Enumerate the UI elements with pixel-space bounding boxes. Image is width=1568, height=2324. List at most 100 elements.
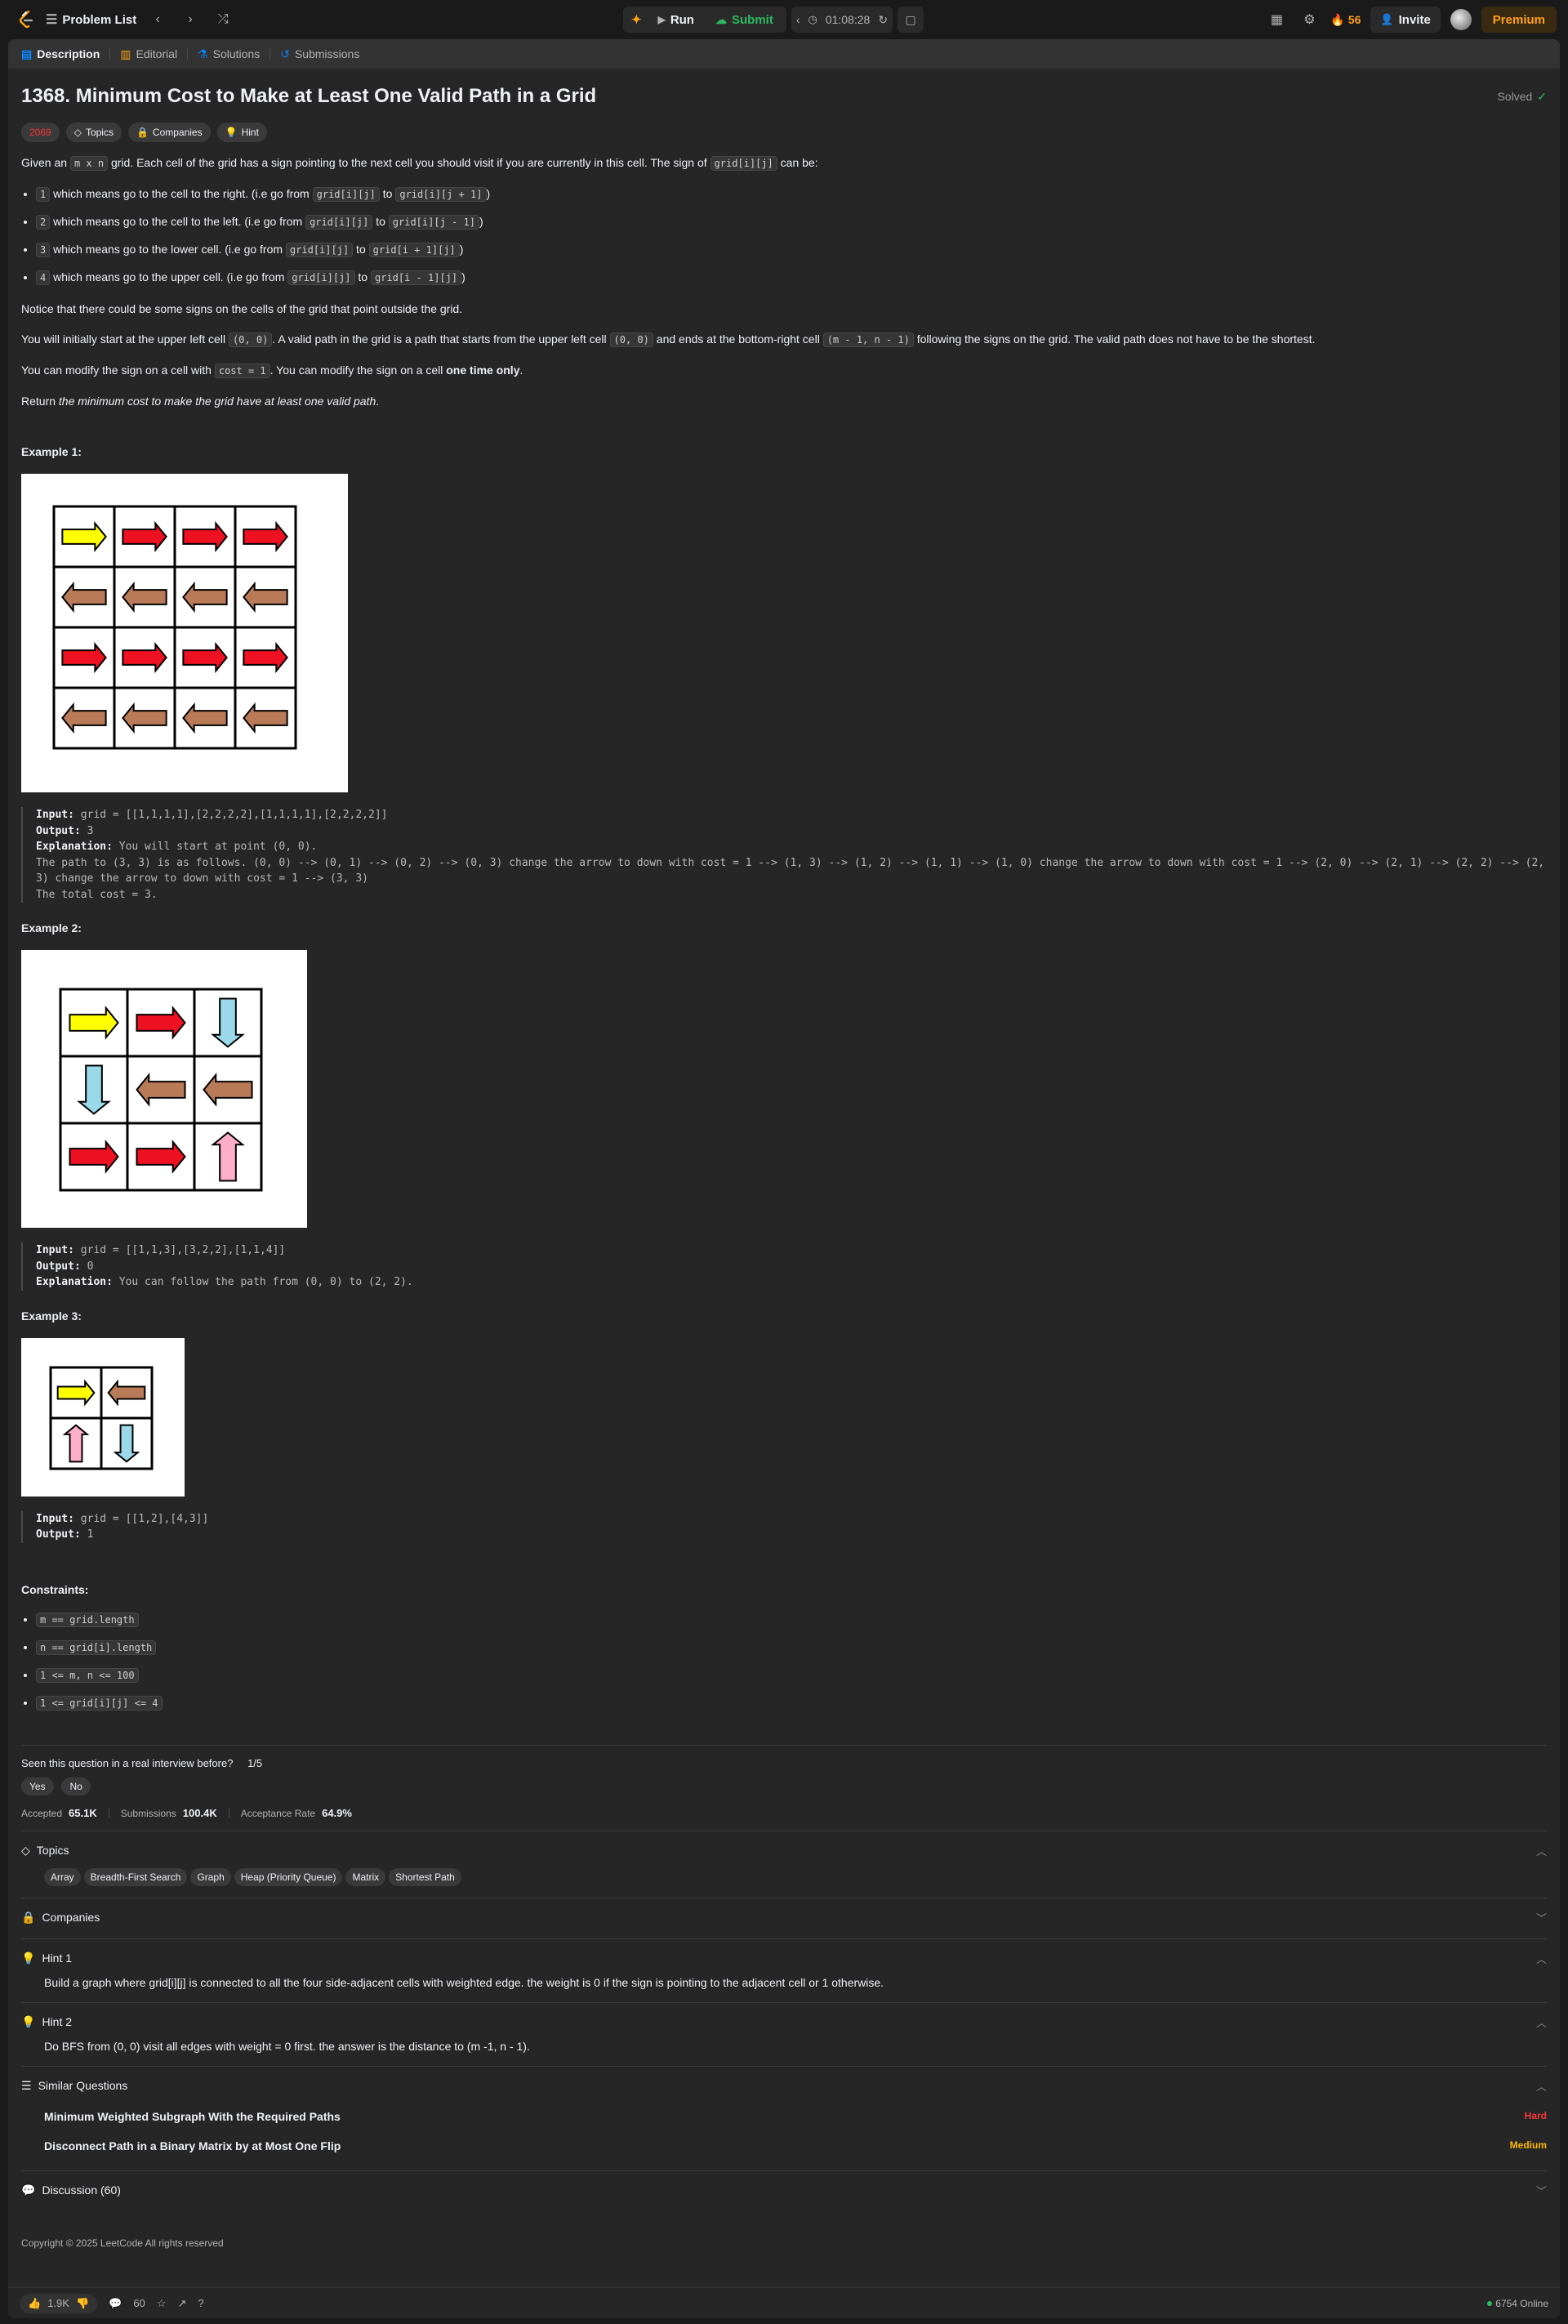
tab-solutions[interactable]: ⚗ Solutions — [193, 39, 265, 69]
problem-description: Given an m x n grid. Each cell of the gr… — [21, 154, 1547, 1712]
solved-label: Solved — [1497, 90, 1533, 103]
collapse-timer-chevron-icon[interactable]: ‹ — [796, 13, 800, 26]
discussion-section: 💬 Discussion (60) ﹀ — [21, 2170, 1547, 2211]
input-label: Input: — [36, 1244, 74, 1256]
similar-question-title[interactable]: Minimum Weighted Subgraph With the Requi… — [44, 2110, 341, 2123]
leetcode-logo-icon[interactable] — [16, 10, 36, 29]
inline-code: 3 — [36, 243, 51, 257]
topics-tag-button[interactable]: ◇ Topics — [65, 123, 122, 142]
similar-question-title[interactable]: Disconnect Path in a Binary Matrix by at… — [44, 2139, 341, 2152]
notice-paragraph: Notice that there could be some signs on… — [21, 302, 463, 315]
inline-code: 2 — [36, 215, 51, 230]
discussion-header[interactable]: 💬 Discussion (60) ﹀ — [21, 2183, 1547, 2198]
thumbs-down-icon[interactable]: 👎 — [76, 2297, 89, 2310]
inline-code: (0, 0) — [609, 332, 653, 347]
inline-code: n == grid[i].length — [36, 1639, 157, 1655]
text: can be: — [777, 156, 818, 169]
tab-description[interactable]: ▤ Description — [16, 39, 105, 69]
notes-icon[interactable]: ▢ — [898, 7, 924, 33]
layout-grid-icon[interactable]: ▦ — [1265, 8, 1288, 31]
stat-label: Acceptance Rate — [240, 1807, 316, 1819]
constraints-list: m == grid.length n == grid[i].length 1 <… — [21, 1610, 1547, 1712]
text: and ends at the bottom-right cell — [653, 332, 823, 346]
text: ) — [486, 187, 491, 200]
example-2-io: Input: grid = [[1,1,3],[3,2,2],[1,1,4]] … — [21, 1242, 1547, 1291]
similar-question-row[interactable]: Disconnect Path in a Binary Matrix by at… — [44, 2139, 1547, 2152]
timer-clock-icon[interactable]: ◷ — [808, 13, 817, 26]
no-button[interactable]: No — [61, 1777, 91, 1795]
bold-text: one time only — [446, 364, 520, 377]
tab-editorial-label: Editorial — [136, 47, 178, 60]
share-icon[interactable]: ↗ — [177, 2297, 186, 2310]
problem-list-button[interactable]: ☰ Problem List — [46, 11, 136, 28]
similar-questions-header[interactable]: ☰ Similar Questions ︿ — [21, 2078, 1547, 2094]
history-icon: ↺ — [280, 47, 290, 60]
explanation-text: You will start at point (0, 0). The path… — [36, 841, 1545, 901]
submit-button[interactable]: ☁ Submit — [706, 8, 783, 31]
comment-icon[interactable]: 💬 — [109, 2297, 122, 2310]
settings-gear-icon[interactable]: ⚙ — [1298, 8, 1321, 31]
top-navbar: ☰ Problem List ‹ › ⤮ ✦ ▶ Run ☁ Submit ‹ … — [0, 0, 1568, 39]
next-problem-chevron-right-icon[interactable]: › — [179, 8, 202, 31]
topbar-left: ☰ Problem List ‹ › ⤮ — [16, 8, 234, 31]
tab-submissions[interactable]: ↺ Submissions — [275, 39, 364, 69]
inline-code: m x n — [69, 156, 109, 171]
topic-pill[interactable]: Matrix — [345, 1867, 386, 1886]
topic-pill[interactable]: Array — [44, 1867, 81, 1886]
text: ) — [461, 270, 466, 283]
topic-pill[interactable]: Shortest Path — [389, 1867, 461, 1886]
problem-title[interactable]: 1368. Minimum Cost to Make at Least One … — [21, 85, 596, 108]
comments-count[interactable]: 60 — [133, 2297, 145, 2309]
constraints-section: Constraints: m == grid.length n == grid[… — [21, 1581, 1547, 1712]
reset-timer-icon[interactable]: ↻ — [878, 13, 888, 27]
list-item: 2 which means go to the cell to the left… — [36, 212, 1547, 231]
inline-code: grid[i][j + 1] — [395, 187, 487, 202]
inline-code: grid[i - 1][j] — [371, 270, 462, 285]
topic-pill[interactable]: Graph — [190, 1867, 231, 1886]
hint-1-header[interactable]: 💡 Hint 1 ︿ — [21, 1951, 1547, 1966]
companies-header[interactable]: 🔒 Companies ﹀ — [21, 1910, 1547, 1925]
similar-question-row[interactable]: Minimum Weighted Subgraph With the Requi… — [44, 2110, 1547, 2123]
hint-tag-button[interactable]: 💡 Hint — [216, 123, 267, 142]
panel-tabbar: ▤ Description ▥ Editorial ⚗ Solutions ↺ … — [8, 39, 1560, 69]
topic-pill[interactable]: Heap (Priority Queue) — [234, 1867, 343, 1886]
return-paragraph: Return the minimum cost to make the grid… — [21, 392, 1547, 410]
yes-button[interactable]: Yes — [21, 1777, 54, 1795]
problem-tags: 2069 ◇ Topics 🔒 Companies 💡 Hint — [21, 123, 1547, 142]
lock-icon: 🔒 — [136, 127, 149, 138]
tab-editorial[interactable]: ▥ Editorial — [115, 39, 182, 69]
run-button[interactable]: ▶ Run — [648, 8, 704, 31]
debug-bug-icon[interactable]: ✦ — [626, 8, 647, 31]
prev-problem-chevron-left-icon[interactable]: ‹ — [146, 8, 169, 31]
stat-value: 65.1K — [69, 1806, 97, 1819]
description-panel: ▤ Description ▥ Editorial ⚗ Solutions ↺ … — [8, 39, 1560, 2318]
inline-code: m == grid.length — [36, 1612, 139, 1627]
premium-label: Premium — [1492, 12, 1545, 27]
hint-2-header[interactable]: 💡 Hint 2 ︿ — [21, 2014, 1547, 2030]
topics-header[interactable]: ◇ Topics ︿ — [21, 1843, 1547, 1858]
chevron-down-icon: ﹀ — [1535, 1911, 1547, 1925]
text: You will initially start at the upper le… — [21, 332, 229, 346]
inline-code: grid[i][j - 1] — [388, 215, 479, 230]
tag-icon: ◇ — [21, 1843, 30, 1857]
example-3-grid-image — [21, 1337, 185, 1497]
companies-tag-button[interactable]: 🔒 Companies — [127, 123, 211, 142]
thumbs-up-icon[interactable]: 👍 — [28, 2297, 41, 2310]
list-item: 1 <= m, n <= 100 — [36, 1666, 1547, 1684]
streak-counter[interactable]: 🔥 56 — [1330, 13, 1361, 27]
similar-questions-section: ☰ Similar Questions ︿ Minimum Weighted Su… — [21, 2065, 1547, 2170]
cloud-upload-icon: ☁ — [715, 12, 727, 26]
invite-button[interactable]: 👤 Invite — [1370, 7, 1441, 33]
avatar[interactable] — [1450, 9, 1472, 30]
run-submit-group: ✦ ▶ Run ☁ Submit — [623, 7, 786, 33]
premium-button[interactable]: Premium — [1481, 7, 1557, 33]
hint-2-text: Do BFS from (0, 0) visit all edges with … — [44, 2039, 530, 2053]
text: to — [372, 215, 389, 228]
shuffle-icon[interactable]: ⤮ — [212, 8, 234, 31]
star-icon[interactable]: ☆ — [157, 2297, 167, 2310]
online-count: 6754 Online — [1487, 2298, 1548, 2309]
difficulty-rating-badge[interactable]: 2069 — [21, 123, 60, 142]
tag-icon: ◇ — [74, 127, 82, 138]
help-icon[interactable]: ? — [198, 2297, 203, 2309]
topic-pill[interactable]: Breadth-First Search — [83, 1867, 188, 1886]
